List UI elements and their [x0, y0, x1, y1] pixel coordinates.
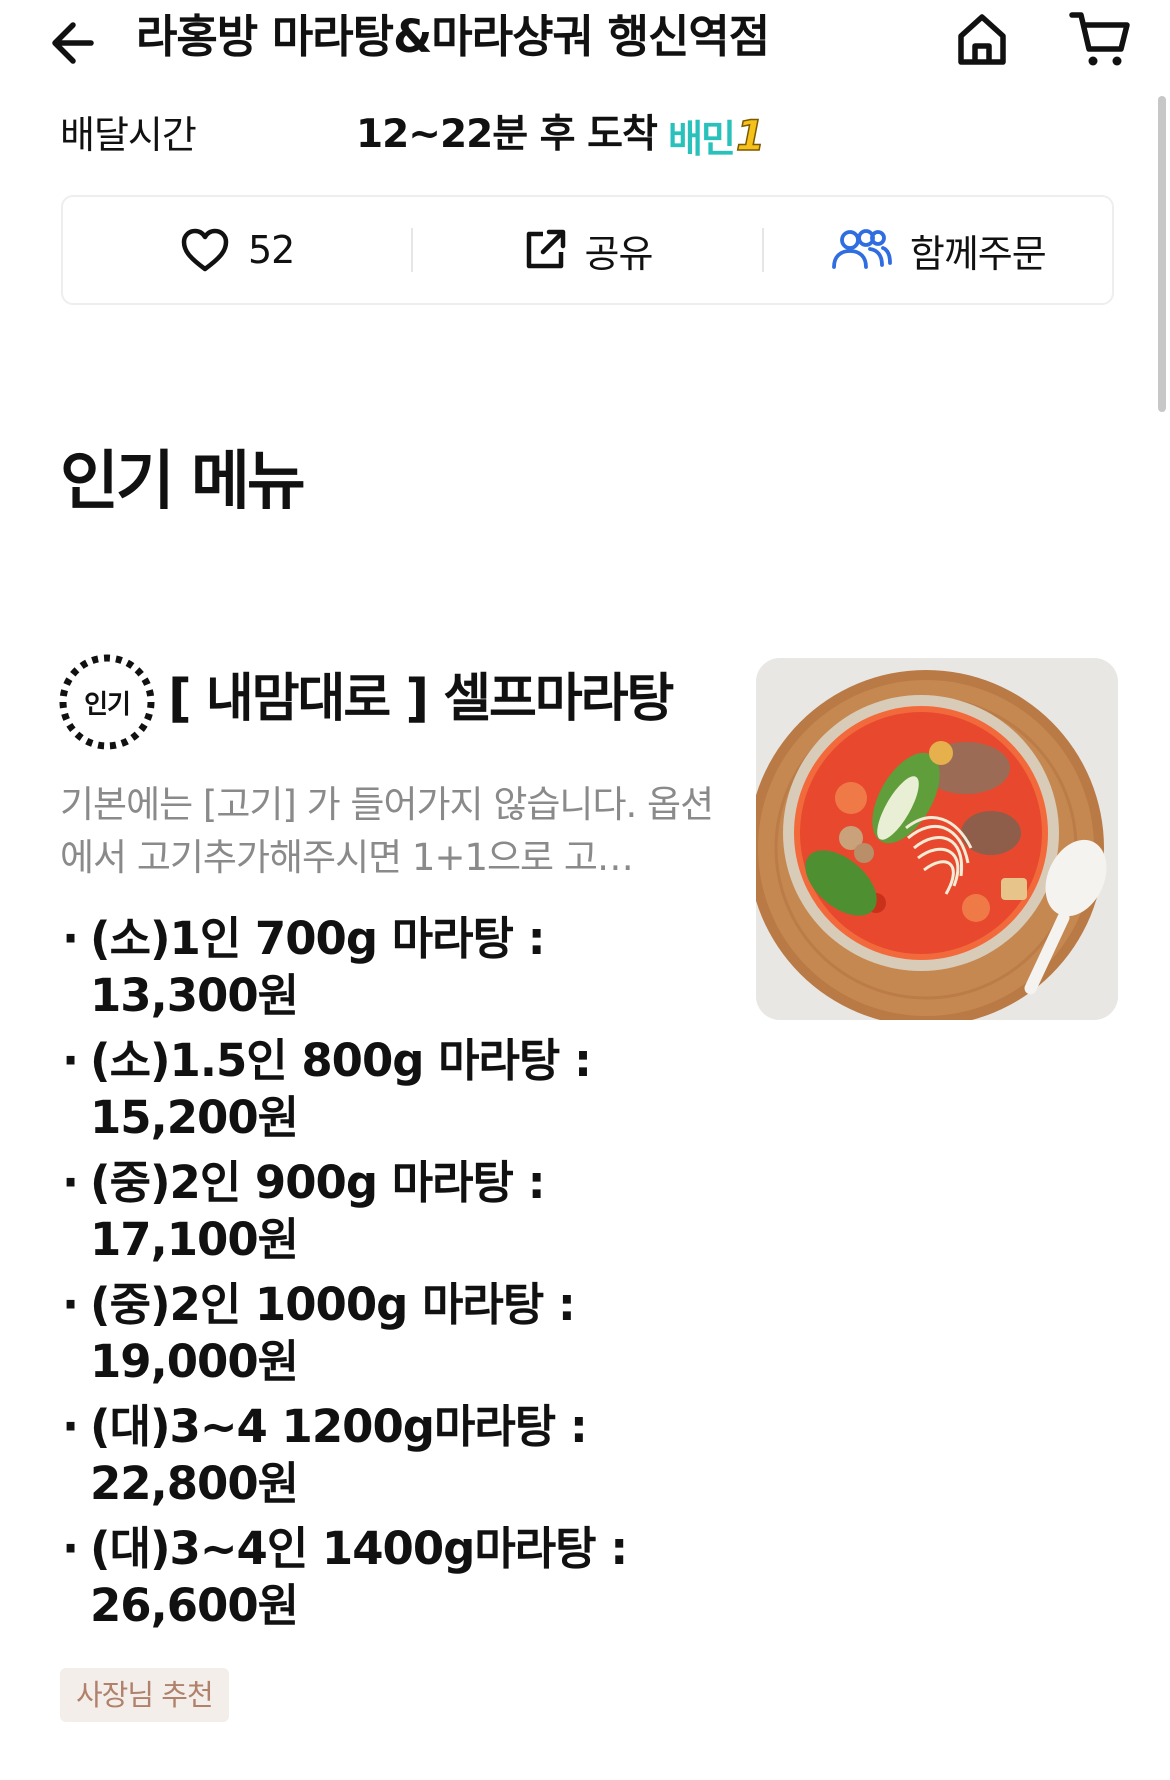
price-option: (대)3~4인 1400g마라탕 : 26,600원: [60, 1520, 720, 1634]
menu-name: [ 내맘대로 ] 셀프마라탕: [168, 669, 674, 729]
baemin-badge-number: 1: [735, 110, 766, 161]
group-order-button[interactable]: 함께주문: [764, 197, 1112, 303]
menu-description: 기본에는 [고기] 가 들어가지 않습니다. 옵션에서 고기추가해주시면 1+1…: [60, 783, 714, 879]
delivery-time-value: 12~22분 후 도착: [356, 112, 658, 157]
share-label: 공유: [584, 231, 654, 276]
like-count: 52: [247, 228, 295, 272]
popular-badge-text: 인기: [84, 689, 131, 720]
share-button[interactable]: 공유: [413, 197, 761, 303]
price-option: (소)1.5인 800g 마라탕 : 15,200원: [60, 1032, 720, 1146]
menu-image[interactable]: [756, 658, 1118, 1020]
section-title: 인기 메뉴: [60, 445, 306, 519]
store-action-bar: 52 공유 함께주문: [61, 195, 1114, 305]
arrow-left-icon: [52, 22, 94, 64]
price-list: (소)1인 700g 마라탕 : 13,300원 (소)1.5인 800g 마라…: [60, 910, 720, 1642]
group-users-icon: [831, 229, 892, 269]
price-option: (중)2인 900g 마라탕 : 17,100원: [60, 1154, 720, 1268]
home-button[interactable]: [947, 4, 1017, 74]
price-option: (중)2인 1000g 마라탕 : 19,000원: [60, 1276, 720, 1390]
group-order-label: 함께주문: [909, 231, 1047, 276]
menu-item-card[interactable]: 인기 [ 내맘대로 ] 셀프마라탕 기본에는 [고기] 가 들어가지 않습니다.…: [52, 640, 1122, 1730]
baemin-one-badge: 배민 1: [668, 108, 766, 162]
baemin-badge-text: 배민: [668, 116, 736, 161]
store-title: 라홍방 마라탕&마라샹궈 행신역점: [136, 10, 770, 63]
cart-icon: [1069, 12, 1130, 66]
owner-recommend-tag: 사장님 추천: [60, 1668, 229, 1722]
heart-icon: [181, 228, 229, 272]
price-option: (대)3~4 1200g마라탕 : 22,800원: [60, 1398, 720, 1512]
home-icon: [958, 14, 1006, 65]
popular-badge: 인기: [57, 652, 157, 752]
share-icon: [526, 229, 565, 269]
scrollbar[interactable]: [1158, 96, 1166, 412]
like-button[interactable]: 52: [63, 197, 411, 303]
cart-button[interactable]: [1066, 4, 1136, 74]
malatang-bowl-illustration: [756, 658, 1118, 1020]
delivery-time-label: 배달시간: [60, 113, 197, 157]
back-button[interactable]: [38, 8, 108, 78]
price-option: (소)1인 700g 마라탕 : 13,300원: [60, 910, 720, 1024]
